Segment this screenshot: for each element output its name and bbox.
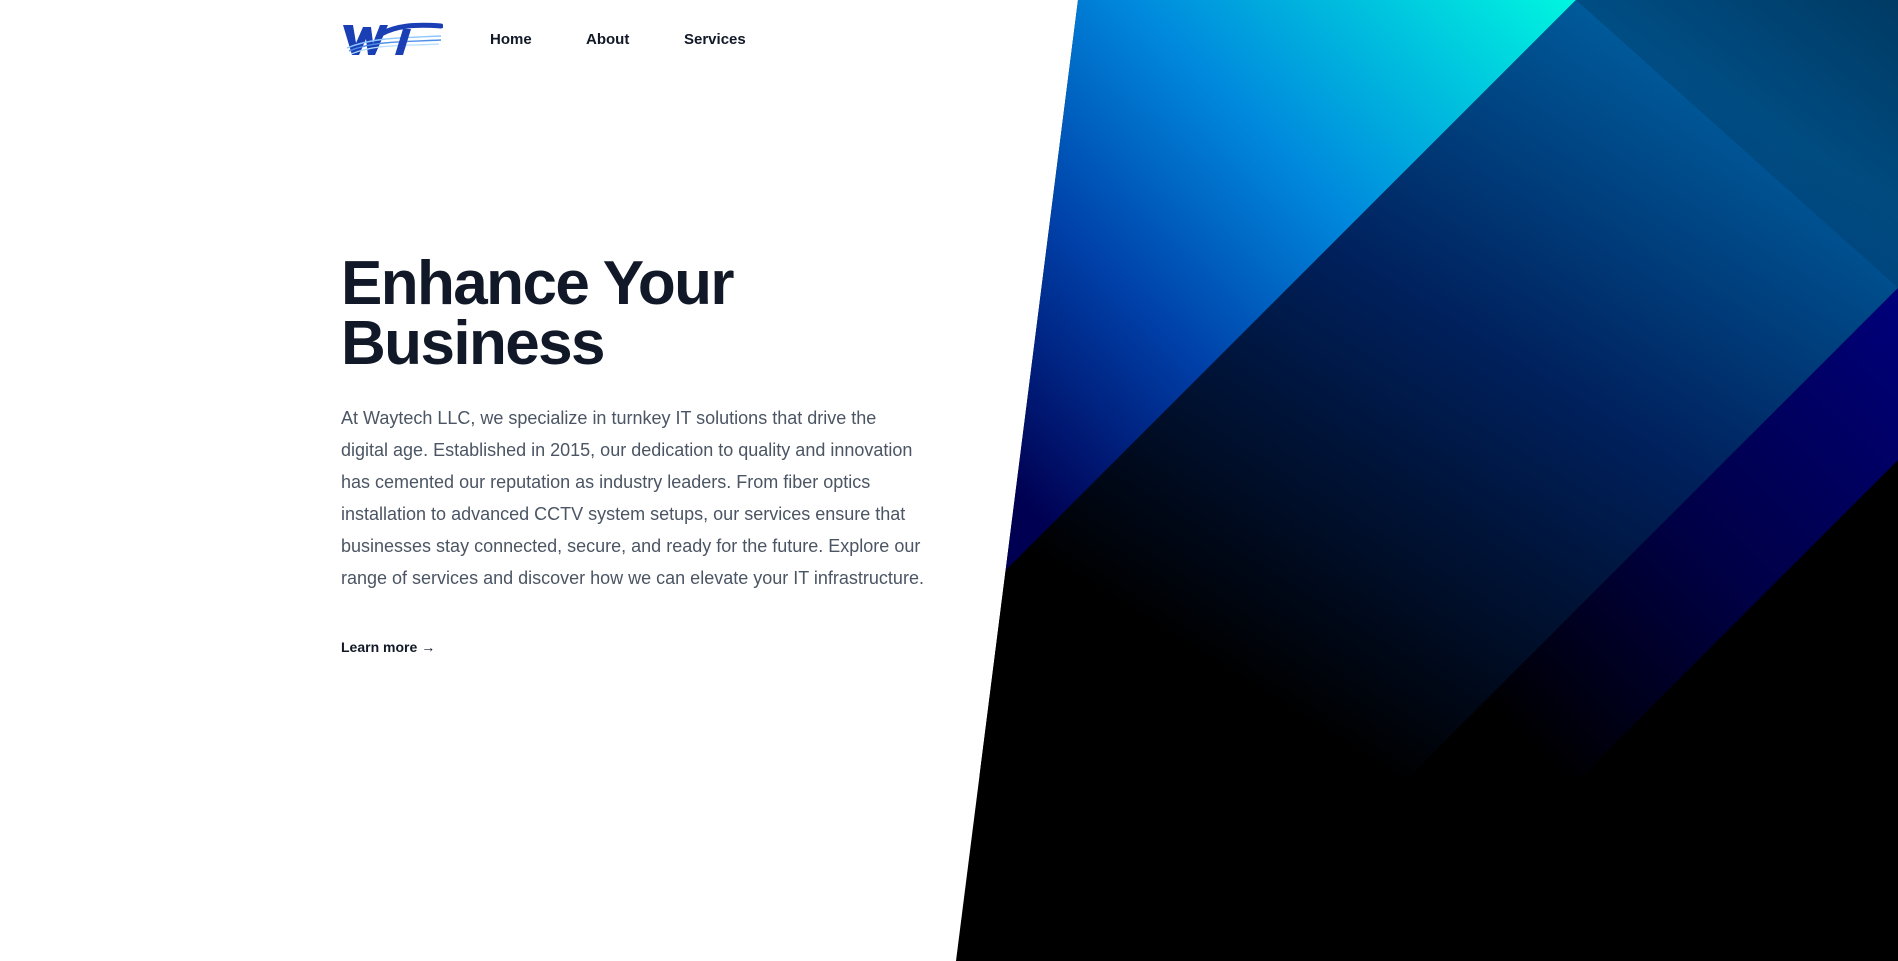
hero-gradient-art: [956, 0, 1898, 961]
learn-more-link[interactable]: Learn more →: [341, 638, 435, 656]
hero-title-line-2: Business: [341, 309, 605, 378]
hero-section: Enhance Your Business At Waytech LLC, we…: [341, 253, 931, 657]
arrow-right-icon: →: [421, 639, 436, 655]
nav-home-link[interactable]: Home: [490, 31, 532, 49]
nav-about-link[interactable]: About: [586, 31, 629, 49]
hero-title-line-1: Enhance Your: [341, 249, 735, 318]
waytech-logo[interactable]: [341, 22, 444, 56]
waytech-logo-icon: [343, 22, 444, 55]
nav-services-link[interactable]: Services: [684, 31, 746, 49]
hero-description: At Waytech LLC, we specialize in turnkey…: [341, 408, 924, 588]
top-navbar: Home About Services: [0, 0, 1898, 80]
learn-more-label: Learn more: [341, 639, 418, 655]
hero-title: Enhance Your Business: [341, 253, 931, 375]
